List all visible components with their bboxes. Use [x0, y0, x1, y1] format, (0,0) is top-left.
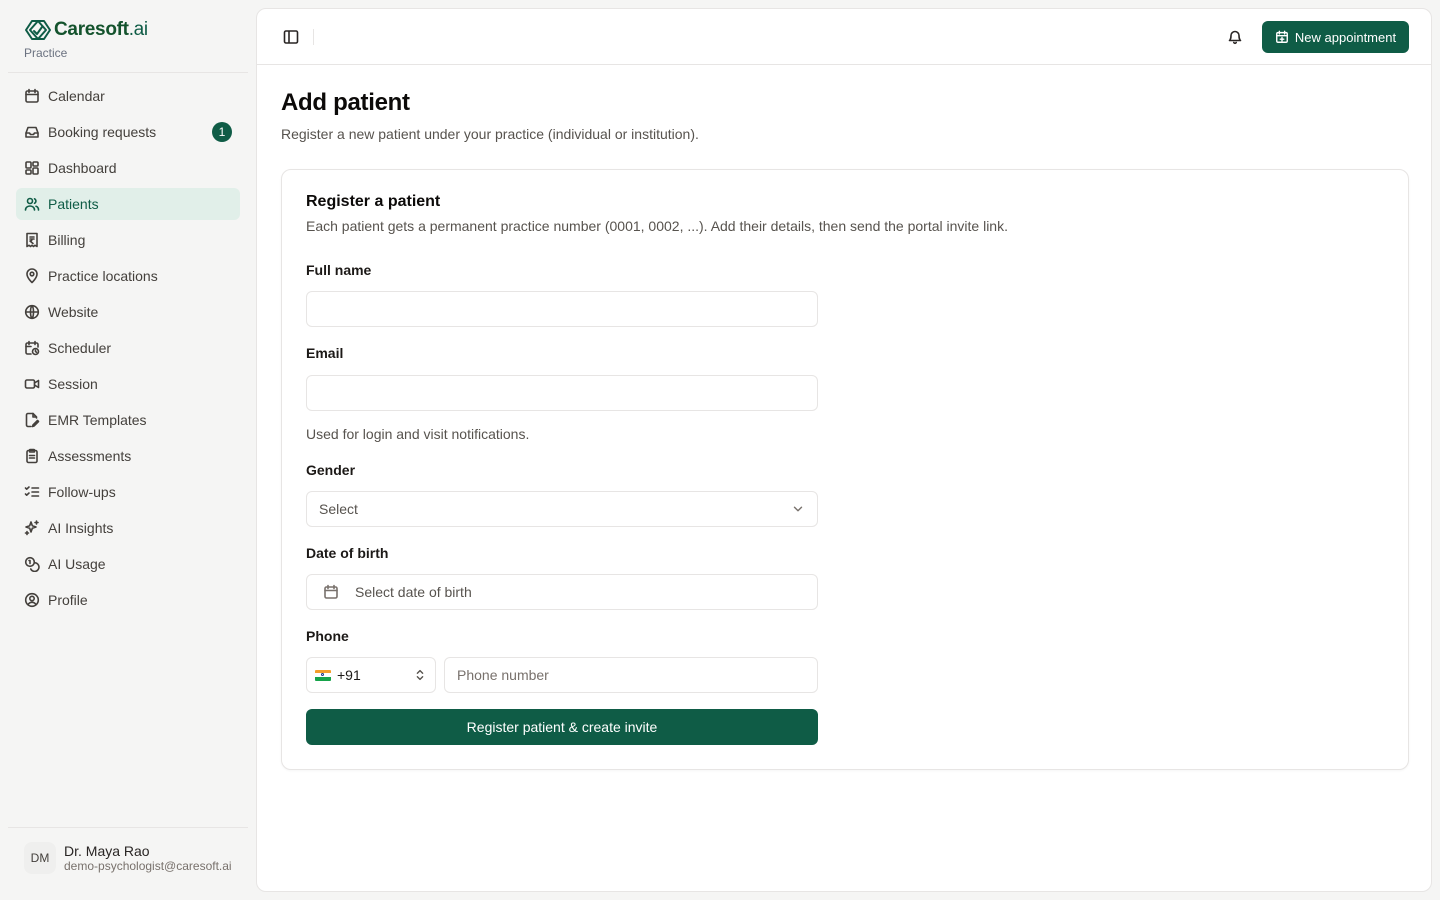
sidebar-item-label: Scheduler — [48, 340, 112, 356]
card-description: Each patient gets a permanent practice n… — [306, 218, 1008, 234]
sidebar-item-label: Assessments — [48, 448, 132, 464]
file-pen-icon — [24, 412, 40, 428]
phone-input[interactable] — [444, 657, 818, 693]
user-name: Dr. Maya Rao — [64, 843, 150, 859]
calendar-clock-icon — [24, 340, 40, 356]
sidebar-item-ai-usage[interactable]: AI Usage — [16, 548, 240, 580]
user-divider — [8, 827, 248, 828]
email-label: Email — [306, 345, 344, 361]
sidebar-item-label: Profile — [48, 592, 88, 608]
sidebar-item-label: Practice locations — [48, 268, 158, 284]
sidebar-item-session[interactable]: Session — [16, 368, 240, 400]
dob-picker[interactable]: Select date of birth — [306, 574, 818, 610]
sidebar-item-dashboard[interactable]: Dashboard — [16, 152, 240, 184]
email-hint: Used for login and visit notifications. — [306, 426, 530, 442]
layout-dashboard-icon — [24, 160, 40, 176]
sidebar-item-assessments[interactable]: Assessments — [16, 440, 240, 472]
coins-icon — [24, 556, 40, 572]
sidebar-item-label: Website — [48, 304, 99, 320]
sidebar-toggle-button[interactable] — [281, 27, 301, 47]
sidebar-item-booking-requests[interactable]: Booking requests 1 — [16, 116, 240, 148]
chevron-down-icon — [793, 506, 803, 512]
new-appointment-button[interactable]: New appointment — [1262, 21, 1409, 53]
register-patient-button[interactable]: Register patient & create invite — [306, 709, 818, 745]
receipt-rupee-icon — [24, 232, 40, 248]
sidebar-item-practice-locations[interactable]: Practice locations — [16, 260, 240, 292]
dob-label: Date of birth — [306, 545, 389, 561]
caresoft-logo-icon — [25, 20, 51, 40]
phone-label: Phone — [306, 628, 349, 644]
list-checks-icon — [24, 484, 40, 500]
main-panel: New appointment Add patient Register a n… — [256, 8, 1432, 892]
sidebar-item-website[interactable]: Website — [16, 296, 240, 328]
sidebar-nav: Calendar Booking requests 1 Dashboard Pa… — [16, 80, 240, 620]
user-email: demo-psychologist@caresoft.ai — [64, 859, 232, 873]
chevrons-up-down-icon — [416, 669, 424, 681]
calendar-plus-icon — [1275, 30, 1288, 43]
dob-placeholder: Select date of birth — [355, 584, 472, 600]
sidebar-item-emr-templates[interactable]: EMR Templates — [16, 404, 240, 436]
bell-icon — [1228, 30, 1242, 45]
users-icon — [24, 196, 40, 212]
sidebar-item-label: Session — [48, 376, 98, 392]
globe-icon — [24, 304, 40, 320]
sparkles-icon — [24, 520, 40, 536]
full-name-input[interactable] — [306, 291, 818, 327]
clipboard-icon — [24, 448, 40, 464]
sidebar-item-patients[interactable]: Patients — [16, 188, 240, 220]
topbar: New appointment — [257, 9, 1431, 65]
video-icon — [24, 376, 40, 392]
brand-subtitle: Practice — [24, 46, 68, 60]
sidebar-item-label: AI Insights — [48, 520, 114, 536]
email-input[interactable] — [306, 375, 818, 411]
notification-badge: 1 — [212, 122, 232, 142]
sidebar-item-label: Patients — [48, 196, 99, 212]
sidebar-item-label: Booking requests — [48, 124, 157, 140]
gender-label: Gender — [306, 462, 356, 478]
brand-name: Caresoft.ai — [54, 19, 148, 40]
new-appointment-label: New appointment — [1294, 29, 1397, 45]
gender-select-value: Select — [319, 501, 358, 517]
sidebar-item-billing[interactable]: Billing — [16, 224, 240, 256]
sidebar-item-label: Follow-ups — [48, 484, 116, 500]
register-patient-card: Register a patient Each patient gets a p… — [281, 169, 1409, 770]
page-title: Add patient — [281, 89, 410, 116]
sidebar-item-label: AI Usage — [48, 556, 106, 572]
sidebar-item-ai-insights[interactable]: AI Insights — [16, 512, 240, 544]
country-code-value: +91 — [337, 667, 361, 683]
map-pin-icon — [24, 268, 40, 284]
notifications-button[interactable] — [1225, 27, 1245, 47]
sidebar-item-profile[interactable]: Profile — [16, 584, 240, 616]
inbox-icon — [24, 124, 40, 140]
topbar-separator — [313, 29, 314, 45]
calendar-icon — [324, 584, 338, 599]
full-name-label: Full name — [306, 262, 372, 278]
user-menu[interactable]: DM Dr. Maya Rao demo-psychologist@careso… — [24, 842, 244, 874]
user-circle-icon — [24, 592, 40, 608]
sidebar-divider — [8, 72, 248, 73]
brand[interactable]: Caresoft.ai Practice — [24, 18, 234, 60]
sidebar-item-follow-ups[interactable]: Follow-ups — [16, 476, 240, 508]
calendar-icon — [24, 88, 40, 104]
sidebar-item-label: Dashboard — [48, 160, 117, 176]
sidebar-item-label: EMR Templates — [48, 412, 147, 428]
avatar: DM — [24, 842, 56, 874]
sidebar-item-label: Calendar — [48, 88, 105, 104]
country-code-select[interactable]: +91 — [306, 657, 436, 693]
panel-left-icon — [283, 30, 299, 44]
india-flag-icon — [315, 669, 331, 681]
sidebar-item-scheduler[interactable]: Scheduler — [16, 332, 240, 364]
gender-select[interactable]: Select — [306, 491, 818, 527]
sidebar-item-label: Billing — [48, 232, 86, 248]
sidebar-item-calendar[interactable]: Calendar — [16, 80, 240, 112]
card-title: Register a patient — [306, 193, 441, 210]
page-subtitle: Register a new patient under your practi… — [281, 126, 699, 142]
sidebar: Caresoft.ai Practice Calendar Booking re… — [0, 0, 256, 900]
